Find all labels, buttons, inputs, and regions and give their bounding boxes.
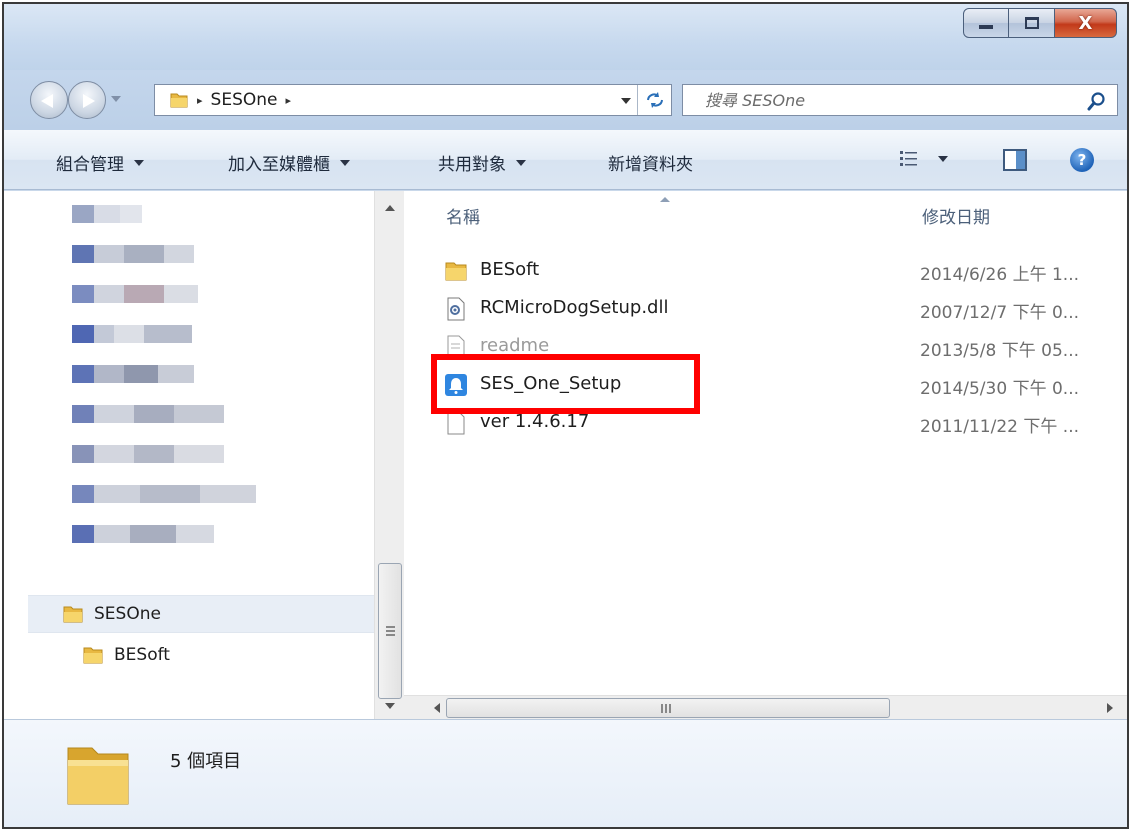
file-name: ver 1.4.6.17 <box>480 411 590 432</box>
grip-icon <box>661 704 671 713</box>
scroll-left-icon[interactable] <box>434 703 440 713</box>
include-in-library-label: 加入至媒體櫃 <box>228 155 330 175</box>
blurred-tree-item <box>72 205 142 223</box>
blurred-tree-item <box>72 525 214 543</box>
title-bar[interactable]: X <box>4 4 1127 70</box>
folder-icon <box>63 606 83 623</box>
tree-item-label: SESOne <box>94 604 161 624</box>
blurred-tree-item <box>72 405 224 423</box>
content-area: SESOne BESoft 名稱 修改日期 BESoft 2014/6/26 上… <box>4 191 1127 719</box>
file-row[interactable]: RCMicroDogSetup.dll 2007/12/7 下午 0... <box>404 291 1127 327</box>
close-icon: X <box>1078 12 1093 34</box>
scrollbar-thumb[interactable] <box>446 698 890 718</box>
share-with-button[interactable]: 共用對象 <box>438 150 526 175</box>
address-dropdown-icon[interactable] <box>621 98 631 104</box>
recent-pages-dropdown[interactable] <box>111 96 121 102</box>
tree-item-sesone[interactable]: SESOne <box>28 595 374 633</box>
view-details-icon <box>900 151 917 166</box>
organize-menu-button[interactable]: 組合管理 <box>56 150 144 175</box>
tree-item-label: BESoft <box>114 645 170 665</box>
scrollbar-thumb[interactable] <box>378 563 402 699</box>
organize-label: 組合管理 <box>56 155 124 175</box>
blurred-tree-item <box>72 445 224 463</box>
navigation-bar: ▸ SESOne ▸ <box>4 70 1127 130</box>
breadcrumb-separator-trailing[interactable]: ▸ <box>285 94 291 107</box>
blank-file-icon <box>447 411 465 435</box>
file-date: 2014/5/30 下午 0... <box>920 379 1080 399</box>
blurred-tree-item <box>72 245 194 263</box>
chevron-down-icon <box>340 159 350 166</box>
file-name: RCMicroDogSetup.dll <box>480 297 669 318</box>
highlight-annotation <box>431 354 700 414</box>
search-icon[interactable] <box>1087 91 1107 111</box>
breadcrumb-current-folder[interactable]: SESOne <box>211 90 278 110</box>
details-pane: 5 個項目 <box>4 719 1127 827</box>
grip-icon <box>386 626 395 636</box>
scroll-up-icon[interactable] <box>385 205 395 211</box>
chevron-down-icon <box>516 159 526 166</box>
item-count-label: 5 個項目 <box>170 751 242 772</box>
folder-icon <box>445 262 467 281</box>
refresh-button[interactable] <box>637 85 671 115</box>
refresh-icon <box>646 92 663 108</box>
folder-icon <box>170 93 188 108</box>
file-list-horizontal-scrollbar[interactable] <box>404 695 1127 719</box>
window-controls: X <box>963 8 1117 38</box>
forward-button[interactable] <box>68 81 106 119</box>
blurred-tree-item <box>72 325 192 343</box>
help-icon[interactable]: ? <box>1070 148 1094 172</box>
file-date: 2014/6/26 上午 1... <box>920 265 1080 285</box>
chevron-down-icon <box>134 159 144 166</box>
change-view-button[interactable] <box>898 149 948 169</box>
column-header-date-modified[interactable]: 修改日期 <box>922 191 990 239</box>
maximize-icon <box>1024 17 1039 29</box>
file-list-pane[interactable]: 名稱 修改日期 BESoft 2014/6/26 上午 1... RCMicro… <box>404 191 1127 719</box>
address-bar[interactable]: ▸ SESOne ▸ <box>154 84 672 116</box>
search-input[interactable] <box>705 86 1085 114</box>
chevron-down-icon <box>938 156 948 162</box>
file-date: 2011/11/22 下午 ... <box>920 417 1080 437</box>
share-with-label: 共用對象 <box>438 155 506 175</box>
file-name: BESoft <box>480 259 540 280</box>
scroll-down-icon[interactable] <box>385 703 395 709</box>
new-folder-button[interactable]: 新增資料夾 <box>608 150 693 175</box>
preview-pane-icon[interactable] <box>1002 148 1028 172</box>
new-folder-label: 新增資料夾 <box>608 155 693 175</box>
file-date: 2013/5/8 下午 05... <box>920 341 1080 361</box>
file-date: 2007/12/7 下午 0... <box>920 303 1080 323</box>
breadcrumb-separator[interactable]: ▸ <box>197 94 203 107</box>
minimize-button[interactable] <box>963 8 1009 38</box>
include-in-library-button[interactable]: 加入至媒體櫃 <box>228 150 350 175</box>
blurred-tree-item <box>72 485 256 503</box>
explorer-window: X ▸ SESOne ▸ 搜尋 SESOne 組合管理 加入至媒體櫃 共用對象 … <box>2 2 1129 829</box>
navigation-pane[interactable]: SESOne BESoft <box>4 191 404 719</box>
folder-icon <box>83 647 103 664</box>
sort-ascending-icon <box>660 197 670 202</box>
minimize-icon <box>979 25 993 29</box>
command-bar: 組合管理 加入至媒體櫃 共用對象 新增資料夾 ? <box>4 130 1127 190</box>
maximize-button[interactable] <box>1009 8 1055 38</box>
search-box[interactable] <box>682 84 1118 116</box>
blurred-tree-item <box>72 285 198 303</box>
scroll-right-icon[interactable] <box>1107 703 1113 713</box>
tree-item-besoft[interactable]: BESoft <box>82 638 170 672</box>
dll-file-icon <box>447 297 465 321</box>
file-row[interactable]: BESoft 2014/6/26 上午 1... <box>404 253 1127 289</box>
column-header-name[interactable]: 名稱 <box>446 191 480 239</box>
back-button[interactable] <box>30 81 68 119</box>
file-name: readme <box>480 335 550 356</box>
navigation-pane-scrollbar[interactable] <box>374 191 404 719</box>
large-folder-icon <box>67 747 129 805</box>
close-button[interactable]: X <box>1055 8 1117 38</box>
blurred-tree-item <box>72 365 194 383</box>
